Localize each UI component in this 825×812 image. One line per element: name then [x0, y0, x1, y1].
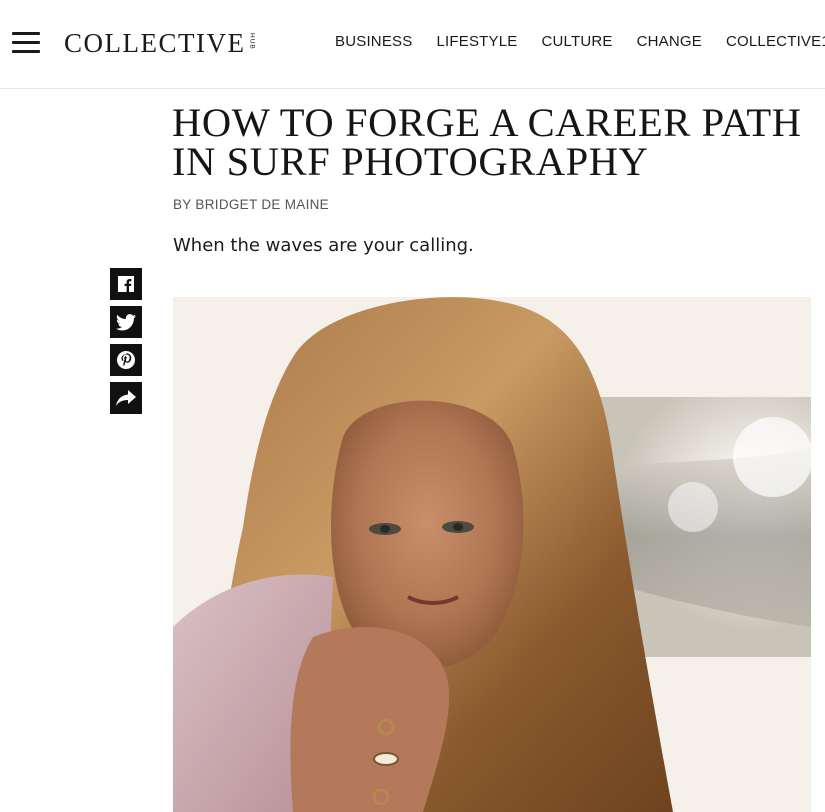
twitter-icon — [116, 313, 136, 331]
site-logo[interactable]: COLLECTIVE HUB — [64, 26, 255, 62]
hero-portrait-image — [173, 297, 811, 812]
nav-culture[interactable]: CULTURE — [541, 33, 612, 50]
article-byline[interactable]: BY BRIDGET DE MAINE — [173, 197, 329, 212]
facebook-share-button[interactable] — [110, 268, 142, 300]
pinterest-icon — [117, 351, 135, 369]
article-title: HOW TO FORGE A CAREER PATH IN SURF PHOTO… — [172, 100, 802, 184]
nav-lifestyle[interactable]: LIFESTYLE — [436, 33, 517, 50]
site-header: COLLECTIVE HUB BUSINESS LIFESTYLE CULTUR… — [0, 0, 825, 89]
logo-wordmark: COLLECTIVE — [64, 28, 246, 58]
nav-collective101[interactable]: COLLECTIVE101 — [726, 33, 825, 50]
pinterest-share-button[interactable] — [110, 344, 142, 376]
nav-change[interactable]: CHANGE — [637, 33, 702, 50]
share-arrow-icon — [116, 390, 136, 406]
hero-image — [173, 297, 811, 812]
main-nav: BUSINESS LIFESTYLE CULTURE CHANGE COLLEC… — [335, 33, 825, 50]
nav-business[interactable]: BUSINESS — [335, 33, 412, 50]
share-bar — [110, 268, 143, 420]
facebook-icon — [118, 276, 134, 292]
hamburger-menu-icon[interactable] — [12, 30, 41, 54]
article-standfirst: When the waves are your calling. — [173, 235, 474, 256]
logo-hub-mark: HUB — [248, 33, 256, 50]
more-share-button[interactable] — [110, 382, 142, 414]
twitter-share-button[interactable] — [110, 306, 142, 338]
